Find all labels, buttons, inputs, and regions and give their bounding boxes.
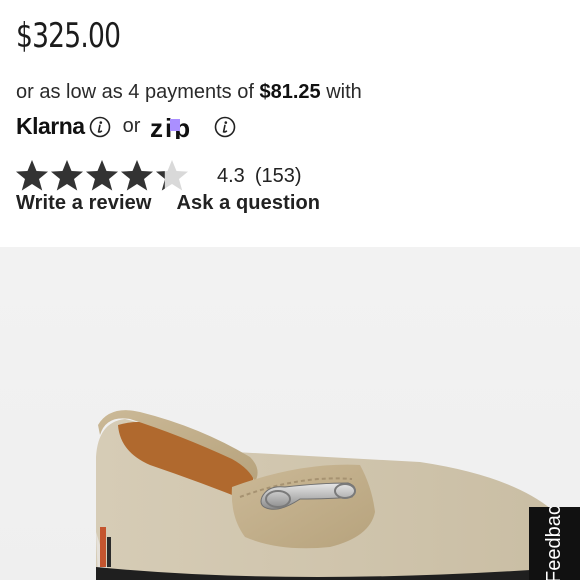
star-icon bbox=[51, 160, 83, 191]
star-icon bbox=[86, 160, 118, 191]
zip-info-icon[interactable] bbox=[214, 116, 236, 138]
klarna-logo[interactable]: Klarna bbox=[16, 113, 85, 140]
feedback-tab[interactable]: Feedback bbox=[529, 507, 580, 580]
star-icon bbox=[156, 160, 188, 191]
rating-row[interactable]: 4.3 (153) bbox=[14, 158, 312, 194]
star-rating bbox=[14, 158, 189, 194]
installments-suffix: with bbox=[326, 81, 362, 103]
rating-value: 4.3 bbox=[217, 164, 245, 187]
installments-prefix: or as low as 4 payments of bbox=[16, 81, 254, 103]
klarna-info-icon[interactable] bbox=[89, 116, 111, 138]
product-image[interactable] bbox=[0, 247, 580, 580]
loafer-shoe-image bbox=[96, 410, 575, 580]
product-price: $325.00 bbox=[16, 16, 121, 56]
bnpl-row: Klarna or zip bbox=[16, 113, 236, 140]
installments-text: or as low as 4 payments of $81.25 with bbox=[16, 81, 362, 104]
review-links: Write a review Ask a question bbox=[16, 192, 340, 215]
star-icon bbox=[16, 160, 48, 191]
rating-summary: 4.3 (153) bbox=[217, 165, 312, 188]
zip-logo-mark: zip bbox=[150, 115, 190, 139]
feedback-label: Feedback bbox=[543, 507, 565, 580]
zip-logo[interactable]: zip bbox=[150, 115, 210, 139]
star-icon bbox=[121, 160, 153, 191]
write-review-link[interactable]: Write a review bbox=[16, 192, 152, 214]
review-count: (153) bbox=[254, 164, 302, 187]
or-separator: or bbox=[122, 115, 141, 137]
installment-amount: $81.25 bbox=[259, 81, 321, 103]
ask-question-link[interactable]: Ask a question bbox=[176, 192, 320, 214]
